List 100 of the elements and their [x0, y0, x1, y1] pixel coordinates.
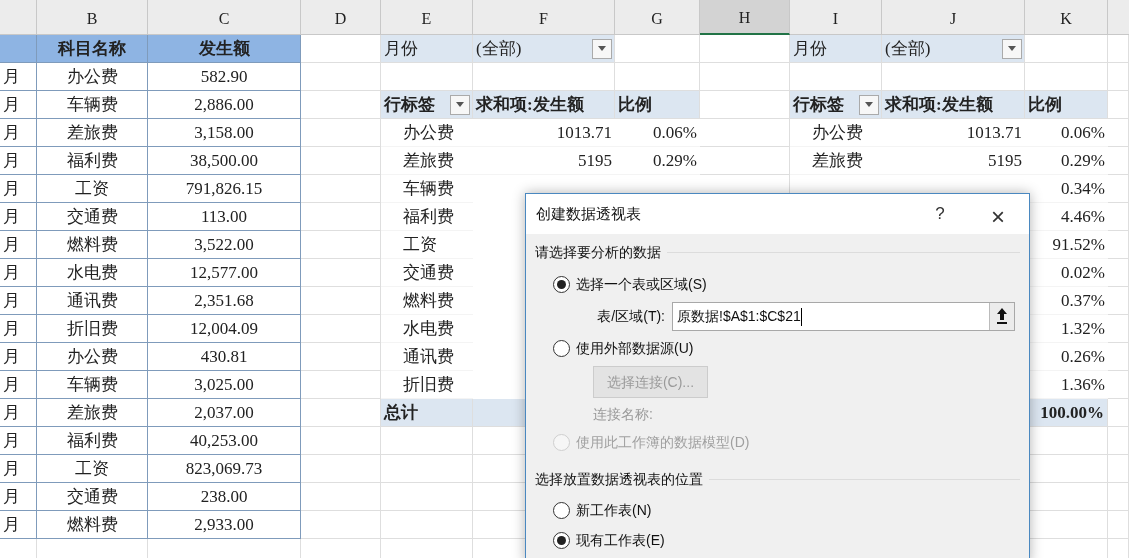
table-cell: 月	[0, 455, 37, 483]
table-cell: 582.90	[148, 63, 301, 91]
table-cell: 科目名称	[37, 35, 148, 63]
table-cell: 月	[0, 63, 37, 91]
table-cell: 3,522.00	[148, 231, 301, 259]
table-cell: 月	[0, 343, 37, 371]
dialog-title: 创建数据透视表	[536, 203, 641, 224]
column-header[interactable]: E	[381, 0, 473, 35]
table-cell: 通讯费	[37, 287, 148, 315]
table-cell: 2,886.00	[148, 91, 301, 119]
table-cell: 38,500.00	[148, 147, 301, 175]
table-cell: 月	[0, 427, 37, 455]
table-cell: 福利费	[37, 427, 148, 455]
table-cell: 月	[0, 119, 37, 147]
table-cell: 工资	[37, 175, 148, 203]
table-cell: 月	[0, 315, 37, 343]
table-cell: 238.00	[148, 483, 301, 511]
table-cell: 燃料费	[381, 287, 473, 315]
table-cell: 通讯费	[381, 343, 473, 371]
table-cell: 2,037.00	[148, 399, 301, 427]
table-cell: 月	[0, 175, 37, 203]
table-cell: 月	[0, 371, 37, 399]
table-cell: 0.29%	[1025, 147, 1108, 175]
table-cell: 月	[0, 511, 37, 539]
table-cell: 1013.71	[473, 119, 615, 147]
cell-text: (全部)	[885, 37, 931, 60]
column-header[interactable]: J	[882, 0, 1025, 35]
radio-option[interactable]: 新工作表(N)	[535, 498, 1020, 522]
table-cell: 发生额	[148, 35, 301, 63]
table-cell: 办公费	[381, 119, 473, 147]
radio-option[interactable]: 使用外部数据源(U)	[535, 336, 1020, 360]
table-cell: 791,826.15	[148, 175, 301, 203]
table-cell: 交通费	[381, 259, 473, 287]
table-cell: 总计	[381, 399, 473, 427]
table-cell: 月	[0, 231, 37, 259]
section-label: 请选择要分析的数据	[535, 242, 661, 262]
table-cell: 福利费	[37, 147, 148, 175]
table-cell: 工资	[37, 455, 148, 483]
table-cell: 3,158.00	[148, 119, 301, 147]
table-cell: 办公费	[37, 343, 148, 371]
table-cell: 燃料费	[37, 511, 148, 539]
table-cell: 交通费	[37, 203, 148, 231]
table-cell: 月份	[381, 35, 473, 63]
table-cell: 月	[0, 147, 37, 175]
table-cell: 113.00	[148, 203, 301, 231]
table-cell: 车辆费	[37, 91, 148, 119]
cell-text: (全部)	[476, 37, 522, 60]
table-cell: 430.81	[148, 343, 301, 371]
column-header[interactable]: D	[301, 0, 381, 35]
table-cell: 40,253.00	[148, 427, 301, 455]
range-field[interactable]: 原数据!$A$1:$C$21	[672, 301, 1015, 331]
table-cell: 燃料费	[37, 231, 148, 259]
help-button[interactable]: ?	[925, 199, 955, 229]
table-cell: 差旅费	[37, 119, 148, 147]
table-cell: 1013.71	[882, 119, 1025, 147]
table-cell: 差旅费	[790, 147, 882, 175]
section-label: 选择放置数据透视表的位置	[535, 469, 703, 489]
cell-text: 行标签	[384, 93, 435, 116]
column-header[interactable]: B	[37, 0, 148, 35]
table-cell: 2,351.68	[148, 287, 301, 315]
table-cell: 折旧费	[37, 315, 148, 343]
table-cell: 12,577.00	[148, 259, 301, 287]
column-header[interactable]: H	[700, 0, 790, 35]
table-cell: 差旅费	[37, 399, 148, 427]
table-cell: 福利费	[381, 203, 473, 231]
column-header[interactable]: C	[148, 0, 301, 35]
table-cell: 车辆费	[37, 371, 148, 399]
table-cell: 12,004.09	[148, 315, 301, 343]
table-cell: 月	[0, 399, 37, 427]
table-cell: 0.06%	[1025, 119, 1108, 147]
table-cell: 0.06%	[615, 119, 700, 147]
table-cell: 比例	[615, 91, 700, 119]
field-label: 表/区域(T):	[596, 306, 666, 326]
table-cell: 差旅费	[381, 147, 473, 175]
table-cell: 工资	[381, 231, 473, 259]
radio-option[interactable]: 现有工作表(E)	[535, 528, 1020, 552]
table-cell: 月份	[790, 35, 882, 63]
table-cell: 823,069.73	[148, 455, 301, 483]
table-cell: 月	[0, 483, 37, 511]
column-header[interactable]: K	[1025, 0, 1108, 35]
column-header[interactable]: I	[790, 0, 882, 35]
table-cell: 月	[0, 91, 37, 119]
table-cell: 交通费	[37, 483, 148, 511]
table-cell: 月	[0, 259, 37, 287]
column-header[interactable]: F	[473, 0, 615, 35]
column-header[interactable]: G	[615, 0, 700, 35]
table-cell: 求和项:发生额	[473, 91, 615, 119]
table-cell: 0.29%	[615, 147, 700, 175]
table-cell: 月	[0, 203, 37, 231]
table-cell: 比例	[1025, 91, 1108, 119]
radio-option[interactable]: 选择一个表或区域(S)	[535, 272, 1020, 296]
table-cell: 办公费	[790, 119, 882, 147]
table-cell: 求和项:发生额	[882, 91, 1025, 119]
table-cell: 办公费	[37, 63, 148, 91]
close-button[interactable]: ×	[983, 199, 1013, 229]
table-cell: 2,933.00	[148, 511, 301, 539]
table-cell: 车辆费	[381, 175, 473, 203]
table-cell: 水电费	[381, 315, 473, 343]
table-cell: 水电费	[37, 259, 148, 287]
table-cell: 5195	[882, 147, 1025, 175]
